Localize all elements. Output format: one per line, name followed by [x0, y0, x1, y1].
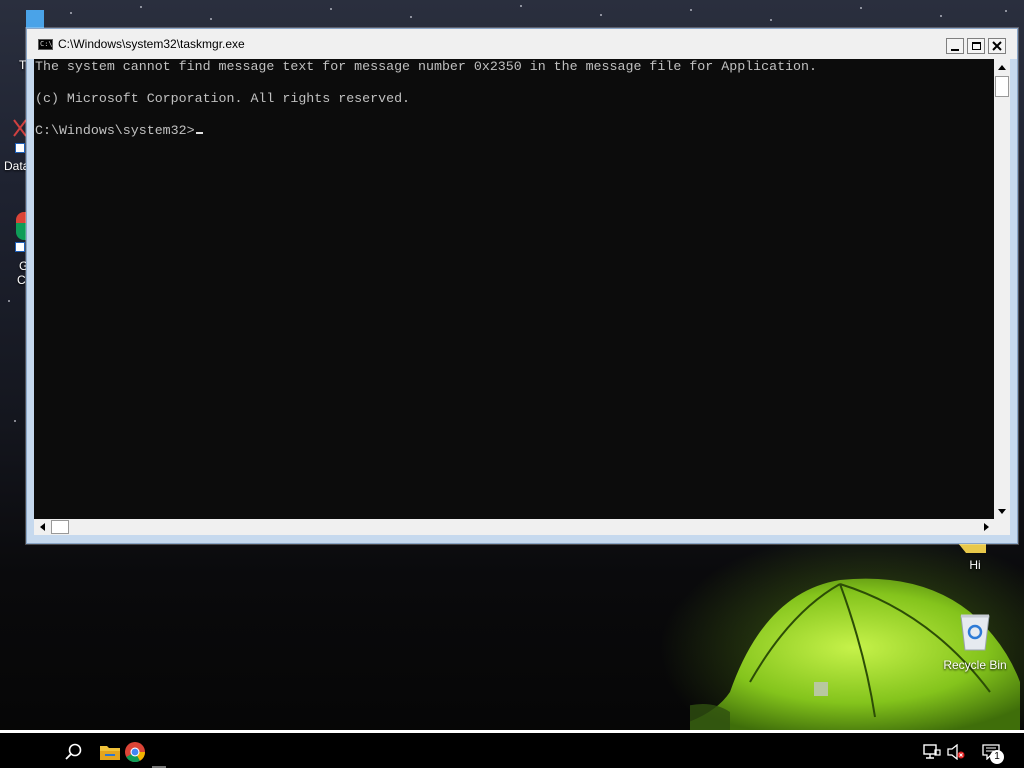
arrow-up-icon	[998, 64, 1006, 70]
scroll-left-button[interactable]	[34, 519, 50, 535]
vertical-scroll-thumb[interactable]	[995, 76, 1009, 97]
shortcut-arrow-icon	[15, 143, 25, 153]
console-app-icon: C:\	[38, 39, 53, 50]
notification-count-badge: 1	[990, 750, 1004, 764]
desktop-icon-label: C	[17, 273, 26, 287]
arrow-right-icon	[983, 523, 989, 531]
scroll-right-button[interactable]	[978, 519, 994, 535]
minimize-button[interactable]	[946, 38, 964, 54]
minimize-icon	[951, 49, 959, 51]
horizontal-scroll-thumb[interactable]	[51, 520, 69, 534]
arrow-left-icon	[39, 523, 45, 531]
window-titlebar[interactable]: C:\ C:\Windows\system32\taskmgr.exe	[27, 29, 1017, 59]
maximize-icon	[971, 42, 981, 50]
size-grip[interactable]	[994, 519, 1010, 535]
network-icon[interactable]	[920, 738, 944, 766]
text-cursor	[195, 132, 203, 134]
recycle-bin-icon[interactable]	[955, 610, 995, 652]
close-button[interactable]	[988, 38, 1006, 54]
chrome-icon[interactable]	[121, 738, 149, 766]
horizontal-scrollbar[interactable]	[34, 519, 994, 535]
vertical-scrollbar[interactable]	[994, 59, 1010, 519]
desktop-icon-label[interactable]: Hi	[960, 558, 990, 572]
file-explorer-icon[interactable]	[96, 738, 124, 766]
taskbar: 1	[0, 730, 1024, 768]
scroll-up-button[interactable]	[994, 59, 1010, 75]
start-button[interactable]	[6, 738, 46, 766]
maximize-button[interactable]	[967, 38, 985, 54]
notification-icon[interactable]: 1	[976, 738, 1006, 766]
console-prompt: C:\Windows\system32>	[35, 123, 195, 138]
console-line: The system cannot find message text for …	[35, 59, 817, 74]
shortcut-arrow-icon	[15, 242, 25, 252]
console-line: (c) Microsoft Corporation. All rights re…	[35, 91, 411, 106]
window-title: C:\Windows\system32\taskmgr.exe	[58, 37, 245, 51]
close-icon	[992, 41, 1002, 51]
console-output[interactable]: The system cannot find message text for …	[34, 59, 994, 519]
scroll-down-button[interactable]	[994, 503, 1010, 519]
command-prompt-window[interactable]: C:\ C:\Windows\system32\taskmgr.exe The …	[26, 28, 1018, 544]
volume-muted-icon[interactable]	[944, 738, 968, 766]
search-icon[interactable]	[60, 738, 88, 766]
recycle-bin-label[interactable]: Recycle Bin	[940, 658, 1010, 672]
console-prompt-line[interactable]: C:\Windows\system32>	[35, 123, 203, 138]
arrow-down-icon	[998, 508, 1006, 514]
